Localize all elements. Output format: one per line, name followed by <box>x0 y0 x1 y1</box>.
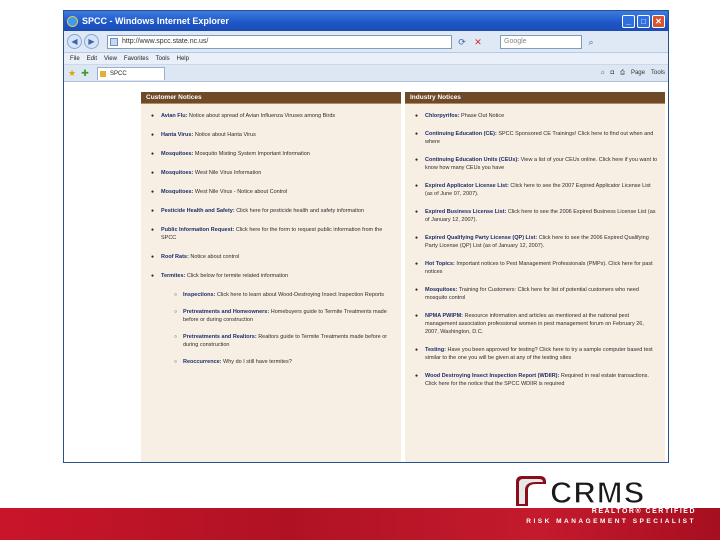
list-item[interactable]: Expired Applicator License List: Click h… <box>411 182 659 198</box>
back-button[interactable]: ◀ <box>67 34 82 49</box>
list-item[interactable]: Mosquitoes: West Nile Virus - Notice abo… <box>147 188 395 196</box>
address-text: http://www.spcc.state.nc.us/ <box>122 37 209 45</box>
feeds-icon[interactable]: ◘ <box>611 70 615 76</box>
list-item[interactable]: Chlorpyrifos: Phase Out Notice <box>411 112 659 120</box>
command-bar: ⌂ ◘ ⎙ Page Tools <box>595 70 665 77</box>
list-item[interactable]: Avian Flu: Notice about spread of Avian … <box>147 112 395 120</box>
crms-wordmark: CRMS <box>550 475 645 510</box>
sub-list-item[interactable]: Pretreatments and Homeowners: Homebuyers… <box>147 308 395 324</box>
customer-notices-header: Customer Notices <box>141 92 401 104</box>
menu-help[interactable]: Help <box>177 56 189 62</box>
list-item[interactable]: Continuing Education Units (CEUs): View … <box>411 156 659 172</box>
window-title: SPCC - Windows Internet Explorer <box>82 16 229 26</box>
page-content: Customer Notices Avian Flu: Notice about… <box>64 84 668 462</box>
forward-button[interactable]: ▶ <box>84 34 99 49</box>
logo-tagline-2: RISK MANAGEMENT SPECIALIST <box>526 518 696 525</box>
stop-icon[interactable]: ✕ <box>472 36 484 48</box>
crms-logo-mark: CRMS <box>516 474 645 511</box>
logo-tagline-1: REALTOR® CERTIFIED <box>591 508 696 515</box>
list-item[interactable]: Continuing Education (CE): SPCC Sponsore… <box>411 130 659 146</box>
industry-notices-list: Chlorpyrifos: Phase Out Notice Continuin… <box>405 104 665 388</box>
menu-tools[interactable]: Tools <box>156 56 170 62</box>
add-favorite-icon[interactable]: ✚ <box>80 68 90 78</box>
list-item[interactable]: Roof Rats: Notice about control <box>147 253 395 261</box>
list-item[interactable]: Mosquitoes: Training for Customers: Clic… <box>411 286 659 302</box>
close-button[interactable]: ✕ <box>652 14 665 28</box>
title-bar: SPCC - Windows Internet Explorer _ □ ✕ <box>64 11 668 31</box>
tab-spcc[interactable]: SPCC <box>97 66 165 80</box>
maximize-button[interactable]: □ <box>637 14 650 28</box>
internet-explorer-icon <box>67 15 78 27</box>
menu-favorites[interactable]: Favorites <box>124 56 149 62</box>
print-icon[interactable]: ⎙ <box>620 70 625 77</box>
list-item[interactable]: Hot Topics: Important notices to Pest Ma… <box>411 260 659 276</box>
sub-list-item[interactable]: Reoccurrence: Why do I still have termit… <box>147 358 395 366</box>
sub-list-item[interactable]: Pretreatments and Realtors: Realtors gui… <box>147 333 395 349</box>
list-item[interactable]: Expired Qualifying Party License (QP) Li… <box>411 234 659 250</box>
menu-edit[interactable]: Edit <box>87 56 97 62</box>
favorites-star-icon[interactable]: ★ <box>67 68 77 78</box>
industry-notices-column: Industry Notices Chlorpyrifos: Phase Out… <box>405 92 665 462</box>
home-icon[interactable]: ⌂ <box>601 70 605 76</box>
list-item[interactable]: Termites: Click below for termite relate… <box>147 272 395 280</box>
tab-row: ★ ✚ SPCC ⌂ ◘ ⎙ Page Tools <box>64 65 668 82</box>
customer-notices-list: Avian Flu: Notice about spread of Avian … <box>141 104 401 366</box>
list-item[interactable]: Hanta Virus: Notice about Hanta Virus <box>147 131 395 139</box>
search-icon[interactable]: ⌕ <box>585 36 597 48</box>
minimize-button[interactable]: _ <box>622 14 635 28</box>
menu-bar: File Edit View Favorites Tools Help <box>64 53 668 65</box>
tools-menu[interactable]: Tools <box>651 70 665 76</box>
search-input[interactable]: Google <box>500 34 582 49</box>
refresh-icon[interactable]: ⟳ <box>456 36 468 48</box>
address-row: ◀ ▶ http://www.spcc.state.nc.us/ ⟳ ✕ Goo… <box>64 31 668 53</box>
address-bar[interactable]: http://www.spcc.state.nc.us/ <box>107 34 452 49</box>
list-item[interactable]: Pesticide Health and Safety: Click here … <box>147 207 395 215</box>
list-item[interactable]: Mosquitoes: Mosquito Misting System Impo… <box>147 150 395 158</box>
list-item[interactable]: Wood Destroying Insect Inspection Report… <box>411 372 659 388</box>
sub-list-item[interactable]: Inspections: Click here to learn about W… <box>147 291 395 299</box>
list-item[interactable]: Mosquitoes: West Nile Virus Information <box>147 169 395 177</box>
list-item[interactable]: NPMA PWIPM: Resource information and art… <box>411 312 659 336</box>
page-menu[interactable]: Page <box>631 70 645 76</box>
customer-notices-column: Customer Notices Avian Flu: Notice about… <box>141 92 401 462</box>
menu-file[interactable]: File <box>70 56 80 62</box>
list-item[interactable]: Public Information Request: Click here f… <box>147 226 395 242</box>
menu-view[interactable]: View <box>104 56 117 62</box>
crms-logo: CRMS REALTOR® CERTIFIED RISK MANAGEMENT … <box>508 470 708 534</box>
list-item[interactable]: Expired Business License List: Click her… <box>411 208 659 224</box>
browser-window: SPCC - Windows Internet Explorer _ □ ✕ ◀… <box>63 10 669 463</box>
list-item[interactable]: Testing: Have you been approved for test… <box>411 346 659 362</box>
page-icon <box>110 37 118 46</box>
industry-notices-header: Industry Notices <box>405 92 665 104</box>
notices-page: Customer Notices Avian Flu: Notice about… <box>141 92 667 462</box>
